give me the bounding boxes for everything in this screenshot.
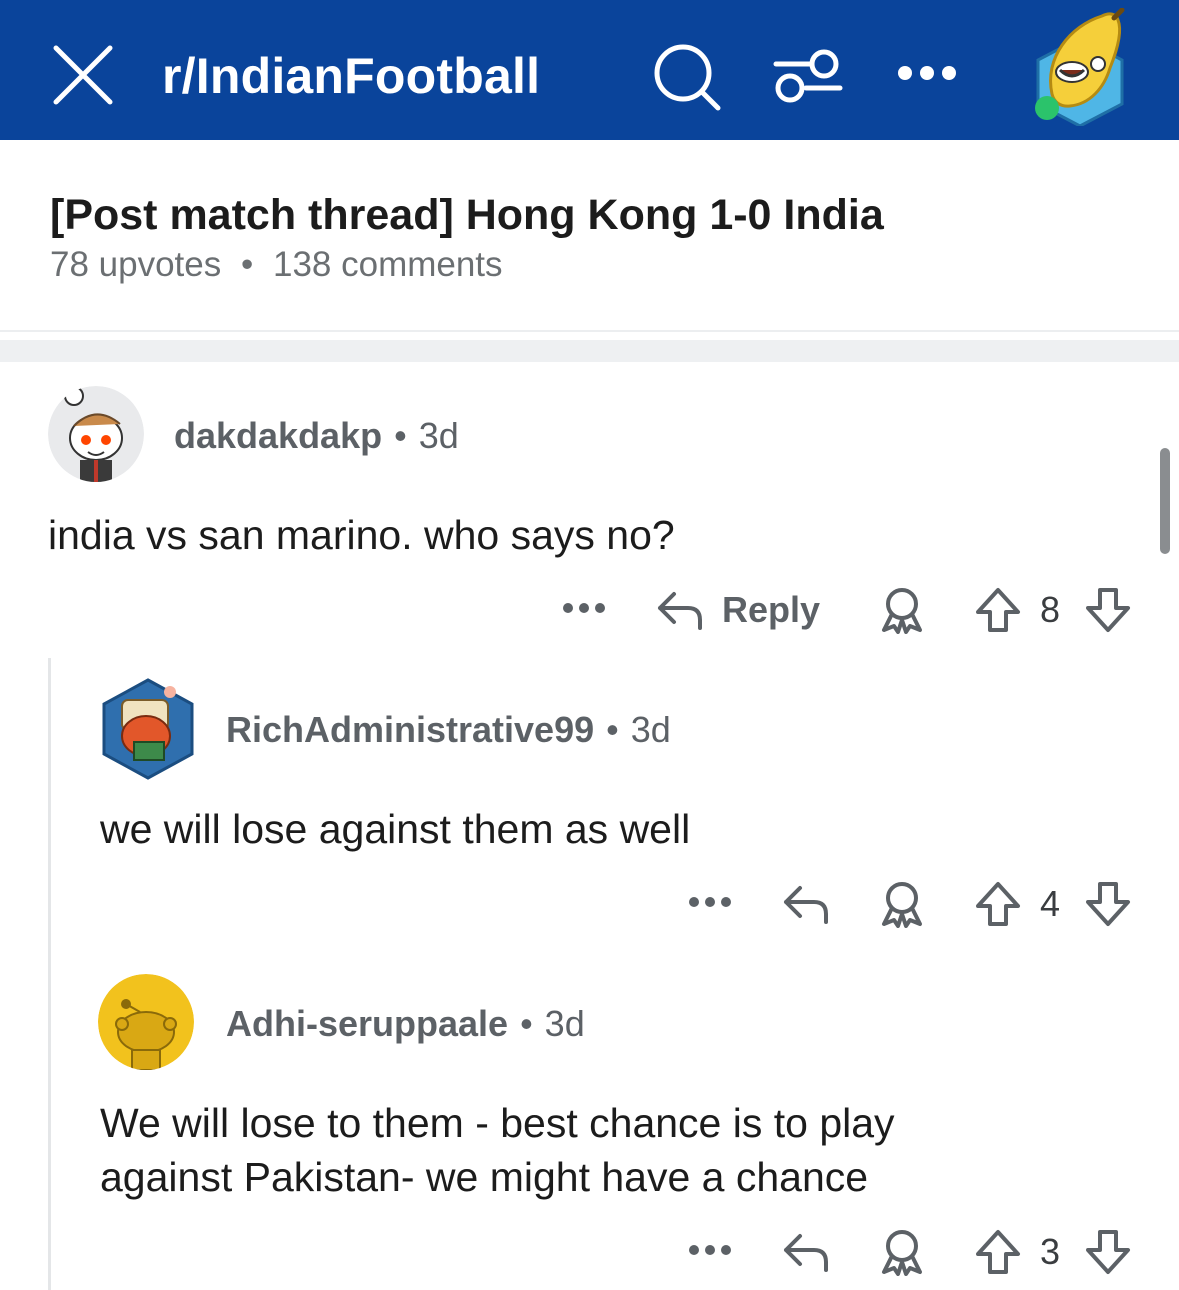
comment-username[interactable]: Adhi-seruppaale • 3d [226, 1002, 585, 1046]
vote-score: 3 [1040, 1231, 1061, 1272]
comment-age: 3d [544, 1003, 585, 1044]
award-icon[interactable] [878, 1228, 926, 1276]
more-options-icon[interactable] [688, 1240, 732, 1260]
comment-reply: Adhi-seruppaale • 3d We will lose to them … [0, 0, 1179, 1290]
reply-icon[interactable] [782, 1230, 830, 1274]
comment-body: We will lose to them - best chance is to… [100, 1100, 895, 1200]
avatar[interactable] [98, 974, 194, 1070]
upvote-icon[interactable] [974, 1228, 1022, 1276]
downvote-icon[interactable] [1084, 1228, 1132, 1276]
